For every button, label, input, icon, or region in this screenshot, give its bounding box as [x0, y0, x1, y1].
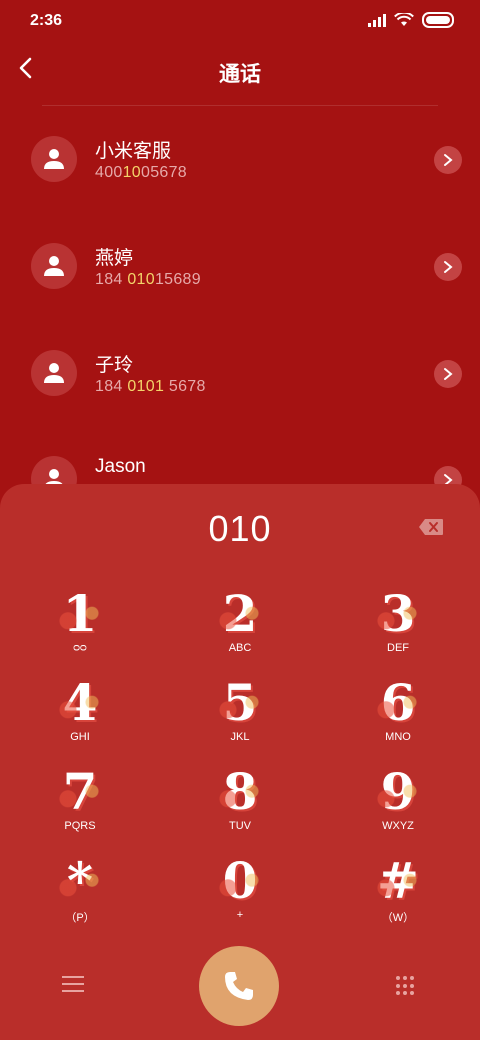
- key-2[interactable]: 2 ABC: [180, 584, 300, 664]
- key-6[interactable]: 6 MNO: [338, 673, 458, 753]
- bottom-bar: [0, 944, 480, 1040]
- contact-row[interactable]: 子玲 184 0101 5678: [0, 350, 480, 440]
- key-hash[interactable]: # （W）: [338, 851, 458, 931]
- backspace-icon: [419, 519, 443, 535]
- avatar: [31, 136, 77, 182]
- avatar: [31, 350, 77, 396]
- person-icon: [44, 149, 64, 169]
- contact-number: 184 01015689: [95, 271, 201, 288]
- chevron-right-icon: [444, 261, 453, 273]
- contact-name: 小米客服: [95, 141, 172, 162]
- status-bar: 2:36: [0, 0, 480, 42]
- divider: [42, 105, 438, 106]
- contact-detail-button[interactable]: [434, 253, 462, 281]
- match-highlight: 010: [127, 271, 155, 288]
- contact-number: 184 0101 5678: [95, 378, 206, 395]
- header: 通话: [0, 50, 480, 90]
- key-9[interactable]: 9 WXYZ: [338, 762, 458, 842]
- contact-name: 燕婷: [95, 248, 134, 269]
- call-button[interactable]: [199, 946, 279, 1026]
- key-star[interactable]: * （P）: [20, 851, 140, 931]
- key-1[interactable]: 1 ᴑᴑ: [20, 584, 140, 664]
- contact-name: 子玲: [95, 355, 134, 376]
- menu-icon: [62, 976, 84, 992]
- battery-icon: [422, 12, 454, 28]
- person-icon: [44, 256, 64, 276]
- key-4[interactable]: 4 GHI: [20, 673, 140, 753]
- key-7[interactable]: 7 PQRS: [20, 762, 140, 842]
- key-8[interactable]: 8 TUV: [180, 762, 300, 842]
- person-icon: [44, 363, 64, 383]
- key-0[interactable]: 0 +: [180, 851, 300, 931]
- wifi-icon: [394, 13, 414, 26]
- keypad-toggle-button[interactable]: [396, 976, 416, 996]
- key-5[interactable]: 5 JKL: [180, 673, 300, 753]
- contact-name: Jason: [95, 456, 146, 477]
- dial-input[interactable]: 010: [0, 508, 480, 550]
- page-title: 通话: [219, 63, 261, 86]
- contact-detail-button[interactable]: [434, 146, 462, 174]
- chevron-right-icon: [444, 154, 453, 166]
- keypad-icon: [396, 976, 400, 980]
- match-highlight: 0101: [127, 378, 165, 395]
- signal-icon: [368, 13, 386, 27]
- status-icons: [368, 12, 454, 28]
- contact-row[interactable]: 小米客服 4001005678: [0, 136, 480, 226]
- contact-number: 4001005678: [95, 164, 188, 181]
- chevron-right-icon: [444, 368, 453, 380]
- backspace-button[interactable]: [418, 518, 444, 536]
- avatar: [31, 243, 77, 289]
- match-highlight: 10: [122, 164, 142, 181]
- phone-icon: [225, 972, 253, 1000]
- key-3[interactable]: 3 DEF: [338, 584, 458, 664]
- status-time: 2:36: [30, 12, 63, 29]
- menu-button[interactable]: [62, 976, 84, 994]
- contact-row[interactable]: 燕婷 184 01015689: [0, 243, 480, 333]
- contact-detail-button[interactable]: [434, 360, 462, 388]
